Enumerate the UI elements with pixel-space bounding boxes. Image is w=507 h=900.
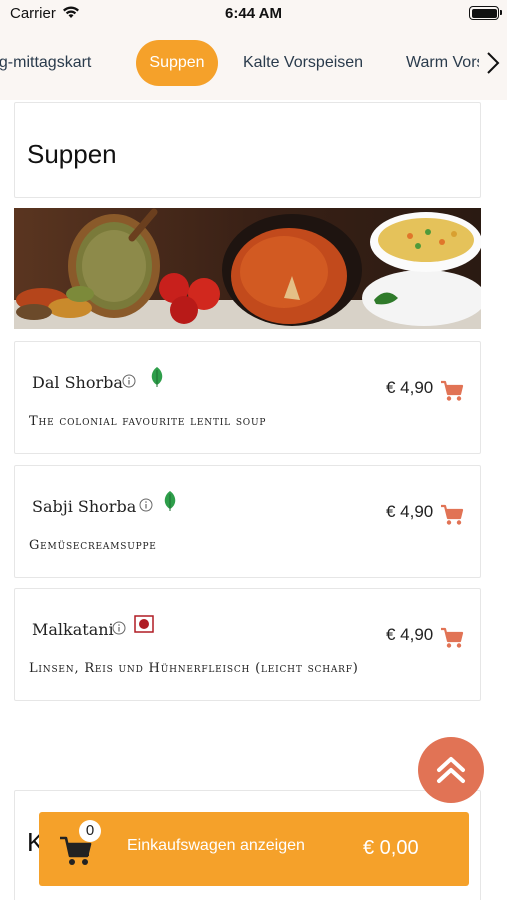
- category-tab-bar: ag-mittagskart Suppen Kalte Vorspeisen W…: [0, 26, 507, 100]
- soup-banner-image: [14, 208, 481, 329]
- dish-card[interactable]: Sabji Shorba € 4,90 Gemüsecreamsuppe: [14, 465, 481, 578]
- add-to-cart-icon[interactable]: [440, 627, 464, 649]
- section-title: Suppen: [27, 139, 117, 169]
- add-to-cart-icon[interactable]: [440, 504, 464, 526]
- tab-suppen[interactable]: Suppen: [136, 40, 218, 86]
- cart-count-badge: 0: [79, 820, 101, 842]
- dish-card[interactable]: Malkatani € 4,90 Linsen, Reis und Hühner…: [14, 588, 481, 701]
- info-icon[interactable]: [139, 498, 153, 512]
- tabs-scroll-right-button[interactable]: [479, 40, 507, 86]
- add-to-cart-icon[interactable]: [440, 380, 464, 402]
- leaf-icon: [164, 491, 176, 511]
- chevron-right-icon: [487, 52, 500, 74]
- clock: 6:44 AM: [225, 5, 282, 22]
- dish-description: Linsen, Reis und Hühnerfleisch (leicht s…: [29, 661, 359, 676]
- battery-icon: [469, 6, 502, 20]
- soup-banner-illustration: [14, 208, 481, 329]
- leaf-icon: [151, 367, 163, 387]
- chili-mark-icon: [134, 615, 154, 633]
- dish-description: Gemüsecreamsuppe: [29, 538, 157, 553]
- section-header: Suppen: [14, 102, 481, 198]
- dish-name: Sabji Shorba: [32, 497, 137, 516]
- dish-price: € 4,90: [386, 502, 434, 521]
- tab-kalte-vorspeisen[interactable]: Kalte Vorspeisen: [243, 40, 363, 86]
- double-chevron-up-icon: [437, 757, 465, 783]
- scroll-to-top-button[interactable]: [418, 737, 484, 803]
- dish-description: The colonial favourite lentil soup: [29, 414, 267, 429]
- cart-label: Einkaufswagen anzeigen: [127, 837, 305, 854]
- status-bar: Carrier 6:44 AM: [0, 0, 507, 26]
- tab-mittagskarte[interactable]: ag-mittagskart: [0, 40, 91, 86]
- dish-name: Dal Shorba: [32, 373, 123, 392]
- dish-name: Malkatani: [32, 620, 114, 639]
- info-icon[interactable]: [112, 621, 126, 635]
- info-icon[interactable]: [122, 374, 136, 388]
- dish-price: € 4,90: [386, 378, 434, 397]
- dish-price: € 4,90: [386, 625, 434, 644]
- dish-card[interactable]: Dal Shorba € 4,90 The colonial favourite…: [14, 341, 481, 454]
- cart-total: € 0,00: [363, 837, 419, 859]
- view-cart-button[interactable]: 0 Einkaufswagen anzeigen € 0,00: [39, 812, 469, 886]
